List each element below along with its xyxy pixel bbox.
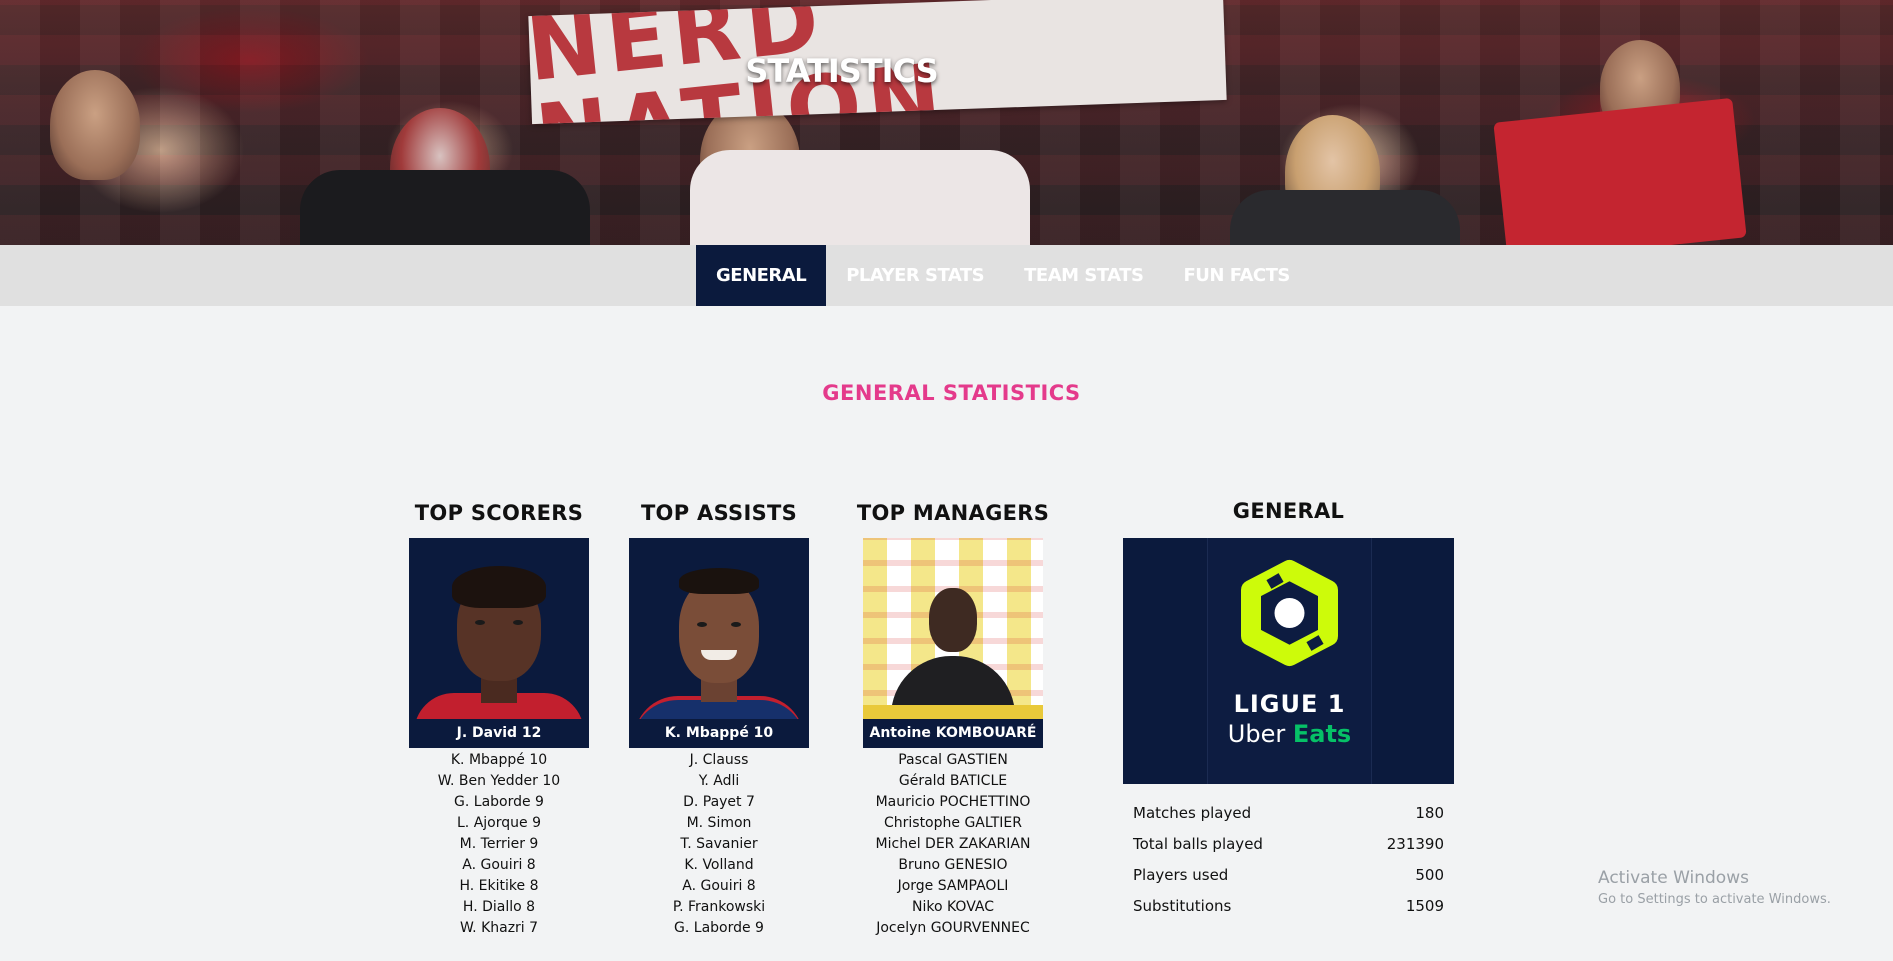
fan-shirt xyxy=(1493,97,1747,245)
top-scorers-column: TOP SCORERS J. David 12 K. Mbappé 10 W. … xyxy=(398,498,600,939)
list-item: J. Clauss xyxy=(689,752,749,768)
list-item: Mauricio POCHETTINO xyxy=(875,794,1031,810)
list-item: P. Frankowski xyxy=(672,899,766,915)
list-item: M. Simon xyxy=(686,815,752,831)
logo-text-ubereats: Uber Eats xyxy=(1208,720,1371,748)
hair xyxy=(452,566,546,608)
list-item: A. Gouiri 8 xyxy=(462,857,536,873)
fan-shirt xyxy=(300,170,590,245)
logo-text-eats: Eats xyxy=(1292,720,1352,748)
eye xyxy=(513,620,523,625)
general-stats-table: Matches played 180 Total balls played 23… xyxy=(1123,797,1454,921)
top-scorer-name: J. David 12 xyxy=(409,719,589,748)
top-managers-list: Pascal GASTIEN Gérald BATICLE Mauricio P… xyxy=(852,750,1054,939)
ligue1-logo: LIGUE 1 Uber Eats xyxy=(1207,538,1372,784)
stat-value: 1509 xyxy=(1405,896,1444,915)
page-title: STATISTICS xyxy=(745,52,938,90)
list-item: H. Ekitike 8 xyxy=(459,878,539,894)
list-item: Y. Adli xyxy=(698,773,740,789)
fan-shirt xyxy=(1230,190,1460,245)
stat-value: 231390 xyxy=(1386,834,1444,853)
list-item: Jorge SAMPAOLI xyxy=(897,878,1009,894)
stat-label: Players used xyxy=(1133,865,1229,884)
hair xyxy=(679,568,759,594)
list-item: Niko KOVAC xyxy=(912,899,994,915)
list-item: Michel DER ZAKARIAN xyxy=(875,836,1031,852)
top-assist-photo: K. Mbappé 10 xyxy=(629,538,809,748)
top-managers-column: TOP MANAGERS Antoine KOMBOUARÉ Pascal GA… xyxy=(852,498,1054,939)
stat-value: 500 xyxy=(1415,865,1444,884)
fan-shirt xyxy=(690,150,1030,245)
tab-player-stats[interactable]: PLAYER STATS xyxy=(826,245,1004,306)
list-item: W. Khazri 7 xyxy=(459,920,539,936)
top-assist-name: K. Mbappé 10 xyxy=(629,719,809,748)
logo-text-ligue1: LIGUE 1 xyxy=(1233,690,1346,718)
list-item: L. Ajorque 9 xyxy=(457,815,541,831)
top-assists-list: J. Clauss Y. Adli D. Payet 7 M. Simon T.… xyxy=(618,750,820,939)
list-item: W. Ben Yedder 10 xyxy=(437,773,561,789)
stat-label: Substitutions xyxy=(1133,896,1232,915)
top-scorers-list: K. Mbappé 10 W. Ben Yedder 10 G. Laborde… xyxy=(398,750,600,939)
list-item: M. Terrier 9 xyxy=(459,836,539,852)
top-managers-heading: TOP MANAGERS xyxy=(856,501,1050,525)
list-item: Gérald BATICLE xyxy=(898,773,1008,789)
tab-team-stats[interactable]: TEAM STATS xyxy=(1004,245,1163,306)
list-item: Bruno GENESIO xyxy=(898,857,1008,873)
stat-label: Matches played xyxy=(1133,803,1252,822)
table-row: Matches played 180 xyxy=(1123,797,1454,828)
watermark-subtitle: Go to Settings to activate Windows. xyxy=(1598,892,1831,907)
stat-value: 180 xyxy=(1415,803,1444,822)
logo-text-uber: Uber xyxy=(1227,720,1286,748)
top-scorer-photo: J. David 12 xyxy=(409,538,589,748)
ligue1-emblem-icon xyxy=(1241,560,1338,666)
general-heading: GENERAL xyxy=(1232,499,1345,523)
section-title: GENERAL STATISTICS xyxy=(822,381,1081,405)
list-item: Jocelyn GOURVENNEC xyxy=(876,920,1030,936)
press-table xyxy=(863,705,1043,719)
list-item: Pascal GASTIEN xyxy=(898,752,1008,768)
tab-fun-facts[interactable]: FUN FACTS xyxy=(1163,245,1309,306)
list-item: H. Diallo 8 xyxy=(462,899,536,915)
top-manager-photo: Antoine KOMBOUARÉ xyxy=(863,538,1043,748)
watermark-title: Activate Windows xyxy=(1598,868,1749,888)
list-item: D. Payet 7 xyxy=(683,794,755,810)
face xyxy=(929,588,977,652)
list-item: T. Savanier xyxy=(680,836,758,852)
eye xyxy=(731,622,741,627)
list-item: K. Mbappé 10 xyxy=(450,752,548,768)
list-item: G. Laborde 9 xyxy=(674,920,764,936)
table-row: Total balls played 231390 xyxy=(1123,828,1454,859)
list-item: K. Volland xyxy=(684,857,754,873)
hero-banner: NERD NATION STATISTICS xyxy=(0,0,1893,245)
top-assists-column: TOP ASSISTS K. Mbappé 10 J. Clauss Y. Ad… xyxy=(618,498,820,939)
top-assists-heading: TOP ASSISTS xyxy=(640,501,798,525)
activate-windows-watermark: Activate Windows Go to Settings to activ… xyxy=(1598,868,1831,907)
nav-tabs: GENERAL PLAYER STATS TEAM STATS FUN FACT… xyxy=(696,245,1310,306)
table-row: Substitutions 1509 xyxy=(1123,890,1454,921)
top-manager-name: Antoine KOMBOUARÉ xyxy=(863,719,1043,748)
tab-general[interactable]: GENERAL xyxy=(696,245,827,306)
top-scorers-heading: TOP SCORERS xyxy=(414,501,584,525)
general-heading-wrap: GENERAL xyxy=(1123,496,1454,526)
eye xyxy=(475,620,485,625)
ligue1-logo-card: LIGUE 1 Uber Eats xyxy=(1123,538,1454,784)
list-item: A. Gouiri 8 xyxy=(682,878,756,894)
list-item: Christophe GALTIER xyxy=(883,815,1023,831)
table-row: Players used 500 xyxy=(1123,859,1454,890)
stat-label: Total balls played xyxy=(1133,834,1263,853)
eye xyxy=(697,622,707,627)
nav-bar: GENERAL PLAYER STATS TEAM STATS FUN FACT… xyxy=(0,245,1893,306)
smile xyxy=(701,650,737,660)
list-item: G. Laborde 9 xyxy=(454,794,544,810)
